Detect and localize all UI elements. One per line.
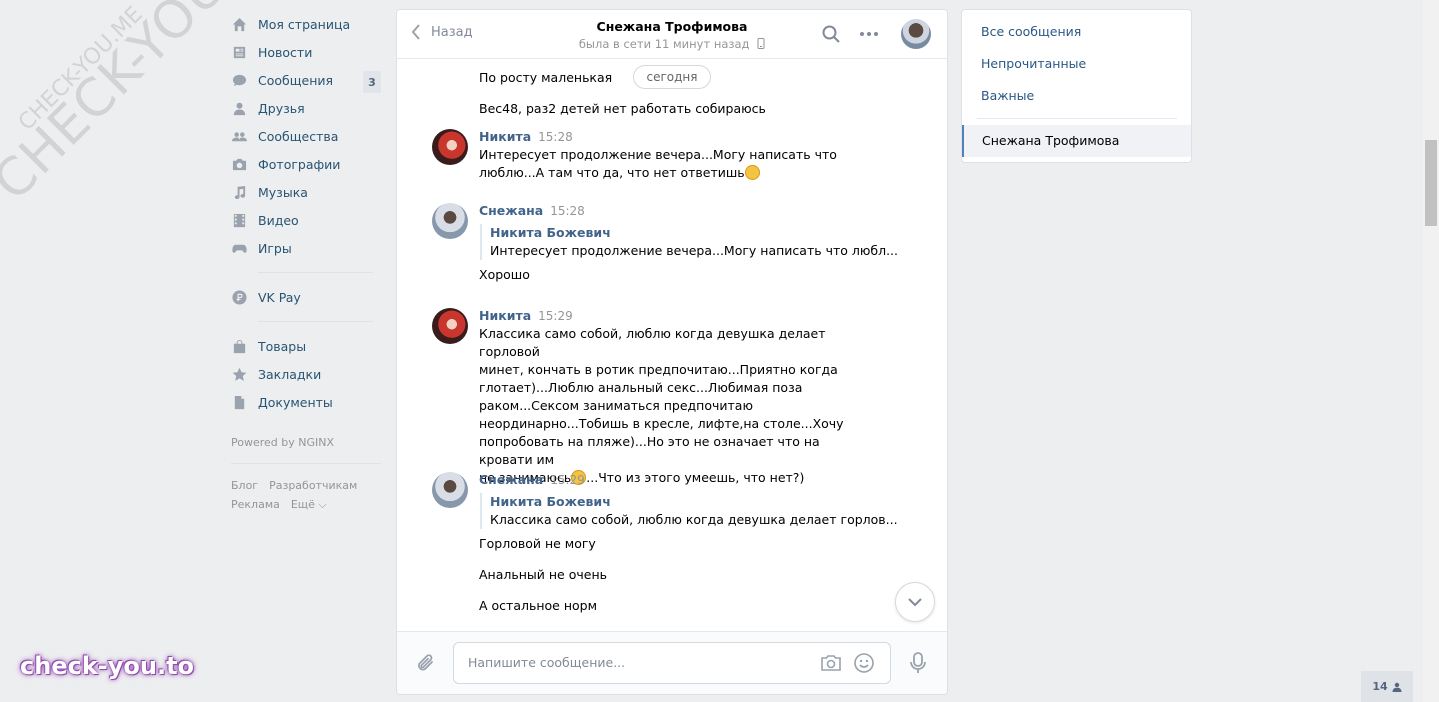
- nav-music[interactable]: Музыка: [231, 178, 381, 206]
- news-icon: [231, 44, 247, 60]
- forwarded-author[interactable]: Никита Божевич: [490, 224, 872, 242]
- document-icon: [231, 394, 247, 410]
- online-friends-widget[interactable]: 14: [1361, 671, 1413, 702]
- nav-documents[interactable]: Документы: [231, 388, 381, 416]
- author-avatar[interactable]: [432, 129, 468, 165]
- peer-avatar[interactable]: [901, 19, 931, 49]
- left-navigation: Моя страница Новости Сообщения 3 Друзья …: [231, 10, 381, 514]
- nav-divider: [258, 272, 373, 273]
- page-scrollbar-thumb[interactable]: [1425, 140, 1437, 226]
- date-separator: сегодня: [633, 65, 711, 89]
- nav-friends[interactable]: Друзья: [231, 94, 381, 122]
- scroll-to-bottom-button[interactable]: [895, 582, 935, 622]
- watermark-small: CHECK-YOU.ME: [14, 1, 148, 136]
- filter-important[interactable]: Важные: [981, 88, 1034, 103]
- message-author[interactable]: Снежана: [479, 203, 543, 218]
- message-input-box: [453, 642, 891, 684]
- camera-icon[interactable]: [820, 652, 842, 674]
- chevron-down-icon: [908, 597, 922, 606]
- chat-panel: Назад Снежана Трофимова была в сети 11 м…: [396, 9, 948, 695]
- chat-header: Назад Снежана Трофимова была в сети 11 м…: [397, 10, 947, 59]
- message-text: Интересует продолжение вечера...Могу нап…: [479, 147, 837, 180]
- message-time: 15:29: [550, 473, 585, 487]
- panel-divider: [977, 118, 1177, 119]
- star-icon: [231, 366, 247, 382]
- message-item[interactable]: Никита 15:29 Классика само собой, люблю к…: [432, 308, 872, 487]
- author-avatar[interactable]: [432, 472, 468, 508]
- message-text: По росту маленькая: [479, 70, 613, 85]
- message-time: 15:28: [538, 130, 573, 144]
- footer-blog-link[interactable]: Блог: [231, 479, 258, 492]
- message-author[interactable]: Снежана: [479, 472, 543, 487]
- forwarded-author[interactable]: Никита Божевич: [490, 493, 872, 511]
- forwarded-text: Классика само собой, люблю когда девушка…: [490, 512, 898, 527]
- message-history[interactable]: По росту маленькая сегодня Вес48, раз2 д…: [397, 59, 947, 631]
- home-icon: [231, 16, 247, 32]
- message-text: Вес48, раз2 детей нет работать собираюсь: [479, 101, 766, 116]
- footer-more-link[interactable]: Ещё ⌵: [291, 498, 327, 511]
- active-conversation-item[interactable]: Снежана Трофимова: [962, 125, 1191, 157]
- message-text: Горловой не могу: [479, 536, 596, 551]
- message-item[interactable]: Снежана 15:28 Никита Божевич Интересует п…: [432, 203, 899, 284]
- footer-links: Блог Разработчикам Реклама Ещё ⌵: [231, 476, 381, 514]
- messages-count-badge: 3: [363, 71, 381, 93]
- smirk-emoji-icon: [744, 165, 760, 180]
- forwarded-message[interactable]: Никита Божевич Интересует продолжение ве…: [480, 224, 899, 260]
- powered-by-text: Powered by NGINX: [231, 436, 335, 449]
- person-icon: [1392, 682, 1402, 692]
- gamepad-icon: [231, 240, 247, 256]
- bag-icon: [231, 338, 247, 354]
- mobile-icon: [757, 38, 765, 49]
- friends-icon: [231, 100, 247, 116]
- filter-unread[interactable]: Непрочитанные: [981, 56, 1086, 71]
- message-time: 15:28: [550, 204, 585, 218]
- footer-divider: [231, 463, 381, 464]
- music-icon: [231, 184, 247, 200]
- microphone-icon[interactable]: [907, 651, 929, 675]
- message-item[interactable]: Снежана 15:29 Никита Божевич Классика сам…: [432, 472, 898, 615]
- message-text: Анальный не очень: [479, 567, 607, 582]
- nav-my-page[interactable]: Моя страница: [231, 10, 381, 38]
- message-text: А остальное норм: [479, 598, 598, 613]
- footer-ads-link[interactable]: Реклама: [231, 498, 280, 511]
- nav-news[interactable]: Новости: [231, 38, 381, 66]
- more-options-icon[interactable]: [859, 24, 879, 44]
- emoji-picker-icon[interactable]: [853, 652, 875, 674]
- forwarded-message[interactable]: Никита Божевич Классика само собой, любл…: [480, 493, 898, 529]
- filter-all-messages[interactable]: Все сообщения: [981, 24, 1081, 39]
- online-count: 14: [1372, 680, 1388, 693]
- camera-icon: [231, 156, 247, 172]
- message-author[interactable]: Никита: [479, 308, 531, 323]
- search-icon[interactable]: [821, 24, 841, 44]
- messages-icon: [231, 72, 247, 88]
- attach-icon[interactable]: [415, 652, 437, 674]
- nav-video[interactable]: Видео: [231, 206, 381, 234]
- nav-groups[interactable]: Сообщества: [231, 122, 381, 150]
- nav-bookmarks[interactable]: Закладки: [231, 360, 381, 388]
- nav-goods[interactable]: Товары: [231, 332, 381, 360]
- message-text: Хорошо: [479, 267, 530, 282]
- nav-messages[interactable]: Сообщения 3: [231, 66, 381, 94]
- forwarded-text: Интересует продолжение вечера...Могу нап…: [490, 243, 899, 258]
- conversations-filter-panel: Все сообщения Непрочитанные Важные Снежа…: [961, 9, 1192, 163]
- nav-divider: [258, 321, 373, 322]
- message-time: 15:29: [538, 309, 573, 323]
- nav-games[interactable]: Игры: [231, 234, 381, 262]
- message-text: Классика само собой, люблю когда девушка…: [479, 326, 844, 485]
- page-scrollbar[interactable]: [1423, 0, 1439, 702]
- message-composer: [397, 631, 947, 694]
- ruble-icon: [231, 289, 247, 305]
- nav-photos[interactable]: Фотографии: [231, 150, 381, 178]
- message-author[interactable]: Никита: [479, 129, 531, 144]
- groups-icon: [231, 128, 247, 144]
- message-item[interactable]: Никита 15:28 Интересует продолжение вечер…: [432, 129, 872, 182]
- nav-vk-pay[interactable]: VK Pay: [231, 283, 381, 311]
- watermark-logo: check-you.to: [20, 652, 195, 680]
- author-avatar[interactable]: [432, 308, 468, 344]
- author-avatar[interactable]: [432, 203, 468, 239]
- video-icon: [231, 212, 247, 228]
- active-conversation-name: Снежана Трофимова: [982, 133, 1120, 148]
- footer-dev-link[interactable]: Разработчикам: [269, 479, 357, 492]
- message-input[interactable]: [466, 654, 810, 671]
